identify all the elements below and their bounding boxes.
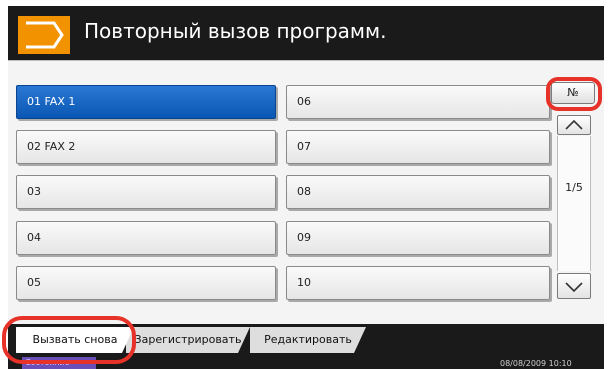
program-slot-03[interactable]: 03 [16, 175, 276, 209]
scroll-down-button[interactable] [557, 273, 591, 299]
page-indicator: 1/5 [565, 181, 583, 194]
datetime-display: 08/08/2009 10:10 [500, 359, 572, 368]
scroll-up-button[interactable] [557, 115, 591, 135]
program-slot-10[interactable]: 10 [286, 266, 550, 300]
program-slot-02[interactable]: 02 FAX 2 [16, 130, 276, 164]
program-slot-label: 03 [27, 185, 41, 198]
program-slot-09[interactable]: 09 [286, 221, 550, 255]
program-slot-label: 09 [297, 231, 311, 244]
program-slot-06[interactable]: 06 [286, 85, 550, 119]
program-slot-label: 05 [27, 276, 41, 289]
number-button-highlight-ring [546, 77, 602, 111]
program-slot-label: 04 [27, 231, 41, 244]
program-slot-label: 08 [297, 185, 311, 198]
program-slot-label: 06 [297, 95, 311, 108]
program-slot-07[interactable]: 07 [286, 130, 550, 164]
page-title: Повторный вызов программ. [84, 19, 387, 43]
program-slot-05[interactable]: 05 [16, 266, 276, 300]
scroll-track[interactable] [557, 136, 591, 271]
header-bar: Повторный вызов программ. [8, 6, 604, 60]
program-slot-08[interactable]: 08 [286, 175, 550, 209]
program-slot-label: 07 [297, 140, 311, 153]
program-slot-label: 01 FAX 1 [27, 95, 76, 108]
program-slot-01[interactable]: 01 FAX 1 [16, 85, 276, 119]
program-slot-04[interactable]: 04 [16, 221, 276, 255]
recall-program-screen: Повторный вызов программ. 01 FAX 1 02 FA… [0, 0, 608, 369]
chevron-up-icon [565, 119, 583, 130]
chevron-down-icon [565, 282, 583, 293]
tab-register[interactable]: Зарегистрировать [126, 327, 250, 353]
program-slot-label: 10 [297, 276, 311, 289]
tab-edit[interactable]: Редактировать [250, 327, 366, 353]
recall-tab-highlight-ring [2, 316, 136, 364]
program-slot-label: 02 FAX 2 [27, 140, 76, 153]
program-list-panel: 01 FAX 1 02 FAX 2 03 04 05 06 07 08 09 1… [8, 60, 604, 324]
program-arrow-icon [18, 16, 70, 54]
